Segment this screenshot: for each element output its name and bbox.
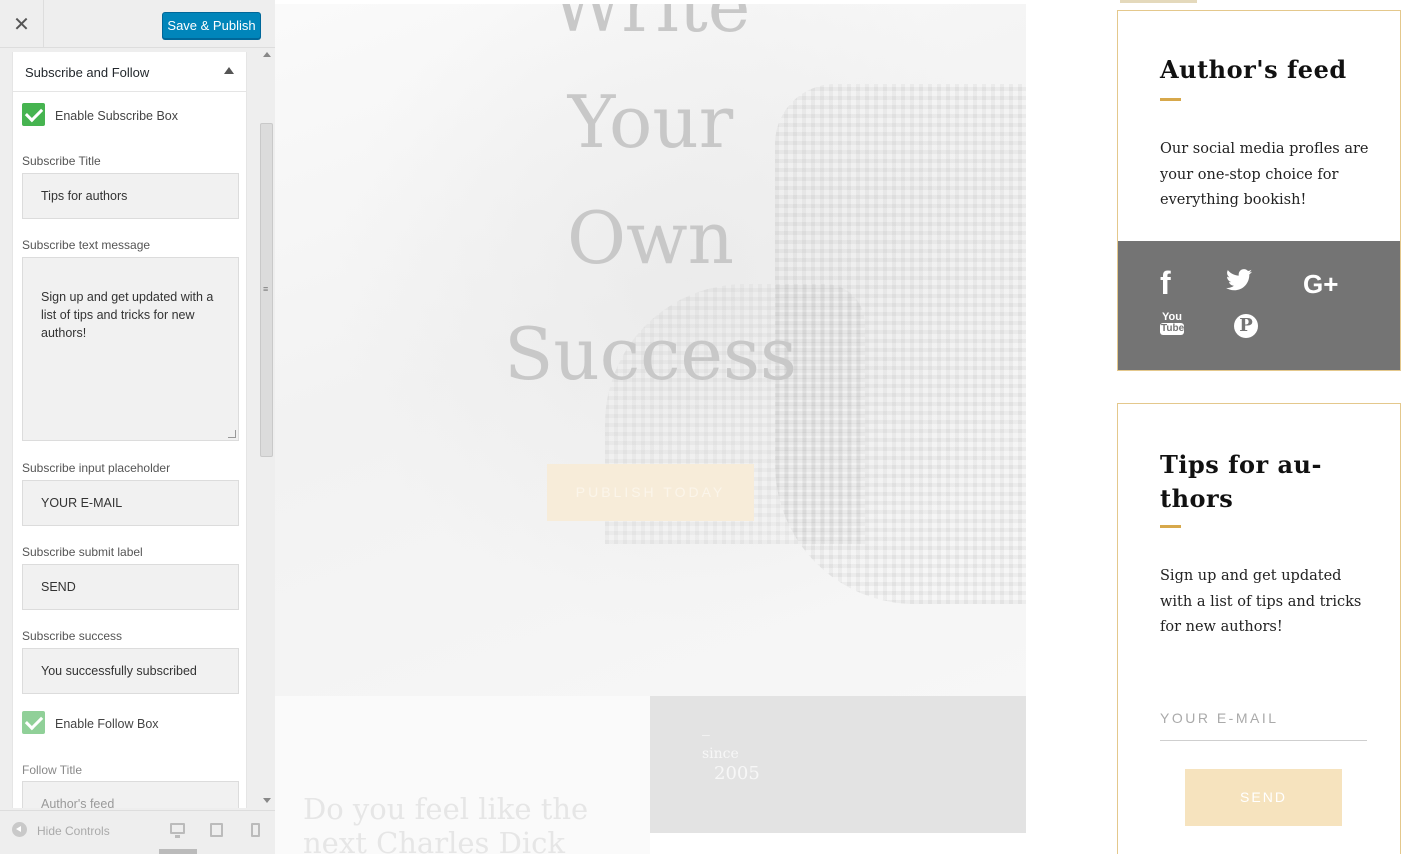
subscribe-follow-section: Subscribe and Follow Enable Subscribe Bo… (12, 52, 247, 808)
social-icons-area: f G+ You Tube P (1118, 241, 1400, 370)
hero-headline-line-4: Success (504, 312, 797, 396)
scroll-down-icon[interactable] (263, 798, 271, 803)
panel-scrollbar[interactable]: ≡ (259, 48, 275, 810)
youtube-you-text: You (1162, 311, 1182, 323)
since-block: – since 2005 (650, 696, 1026, 833)
enable-follow-checkbox[interactable] (22, 711, 45, 734)
hero-headline-line-3: Own (566, 196, 735, 280)
google-plus-icon[interactable]: G+ (1303, 269, 1338, 300)
since-dash: – (702, 726, 710, 742)
hide-controls-icon[interactable] (12, 822, 27, 837)
email-input[interactable]: YOUR E-MAIL (1160, 696, 1367, 741)
title-accent-bar (1160, 98, 1181, 101)
submit-label-label: Subscribe submit label (22, 545, 143, 559)
subscribe-title-label: Subscribe Title (22, 154, 101, 168)
customizer-header: ✕ Save & Publish (0, 0, 275, 48)
submit-label-input[interactable]: SEND (22, 564, 239, 610)
facebook-icon[interactable]: f (1160, 265, 1171, 302)
tips-title: Tips for au- thors (1160, 450, 1322, 513)
follow-title-input[interactable]: Author's feed (22, 781, 239, 808)
desktop-preview-icon[interactable] (170, 823, 185, 838)
tips-for-authors-widget: Tips for au- thors Sign up and get updat… (1117, 403, 1401, 854)
hero-headline-line-1: Write (550, 4, 751, 48)
enable-subscribe-checkbox[interactable] (22, 103, 45, 126)
resize-handle-icon[interactable] (228, 430, 236, 438)
placeholder-label: Subscribe input placeholder (22, 461, 171, 475)
widget-above-edge (1120, 0, 1197, 3)
subscribe-success-input[interactable]: You successfully subscribed (22, 648, 239, 694)
scroll-grip-icon: ≡ (263, 284, 269, 294)
scroll-thumb[interactable]: ≡ (260, 123, 273, 457)
since-label: since (702, 746, 739, 762)
mobile-preview-icon[interactable] (251, 823, 260, 837)
tablet-preview-icon[interactable] (210, 823, 223, 837)
subscribe-text-value: Sign up and get updated with a list of t… (41, 290, 214, 340)
subscribe-title-input[interactable]: Tips for authors (22, 173, 239, 219)
section-title: Subscribe and Follow (25, 65, 150, 80)
subscribe-success-label: Subscribe success (22, 629, 123, 643)
youtube-icon[interactable]: You Tube (1160, 311, 1184, 335)
active-device-indicator (159, 849, 197, 854)
save-publish-button[interactable]: Save & Publish (162, 12, 261, 39)
authors-feed-widget: Author's feed Our social media profles a… (1117, 10, 1401, 371)
pinterest-icon[interactable]: P (1234, 314, 1258, 338)
authors-feed-text: Our social media profles are your one-st… (1160, 141, 1369, 208)
subscribe-text-textarea[interactable]: Sign up and get updated with a list of t… (22, 257, 239, 441)
customizer-footer: Hide Controls (0, 810, 275, 854)
hero-headline-line-2: Your (567, 80, 734, 164)
intro-heading: Do you feel like the next Charles Dick (303, 792, 589, 854)
twitter-icon[interactable] (1226, 269, 1252, 291)
since-year: 2005 (714, 763, 760, 784)
publish-today-button[interactable]: PUBLISH TODAY (547, 464, 754, 521)
scroll-up-icon[interactable] (263, 52, 271, 57)
youtube-tube-text: Tube (1160, 323, 1185, 335)
placeholder-input[interactable]: YOUR E-MAIL (22, 480, 239, 526)
enable-follow-label: Enable Follow Box (55, 717, 159, 731)
intro-section: Do you feel like the next Charles Dick (275, 696, 650, 854)
subscribe-text-label: Subscribe text message (22, 238, 151, 252)
hero-section: Write Your Own Success PUBLISH TODAY (275, 4, 1026, 696)
enable-subscribe-label: Enable Subscribe Box (55, 109, 178, 123)
follow-title-label: Follow Title (22, 763, 83, 777)
title-accent-bar (1160, 525, 1181, 528)
hide-controls-label[interactable]: Hide Controls (37, 824, 110, 838)
section-header[interactable]: Subscribe and Follow (13, 52, 246, 92)
customizer-panel: ✕ Save & Publish Subscribe and Follow En… (0, 0, 275, 854)
send-button[interactable]: SEND (1185, 769, 1342, 826)
authors-feed-title: Author's feed (1160, 55, 1347, 84)
collapse-arrow-icon[interactable] (224, 67, 234, 74)
tips-text: Sign up and get updated with a list of t… (1160, 568, 1362, 635)
close-customizer-button[interactable]: ✕ (0, 0, 44, 48)
